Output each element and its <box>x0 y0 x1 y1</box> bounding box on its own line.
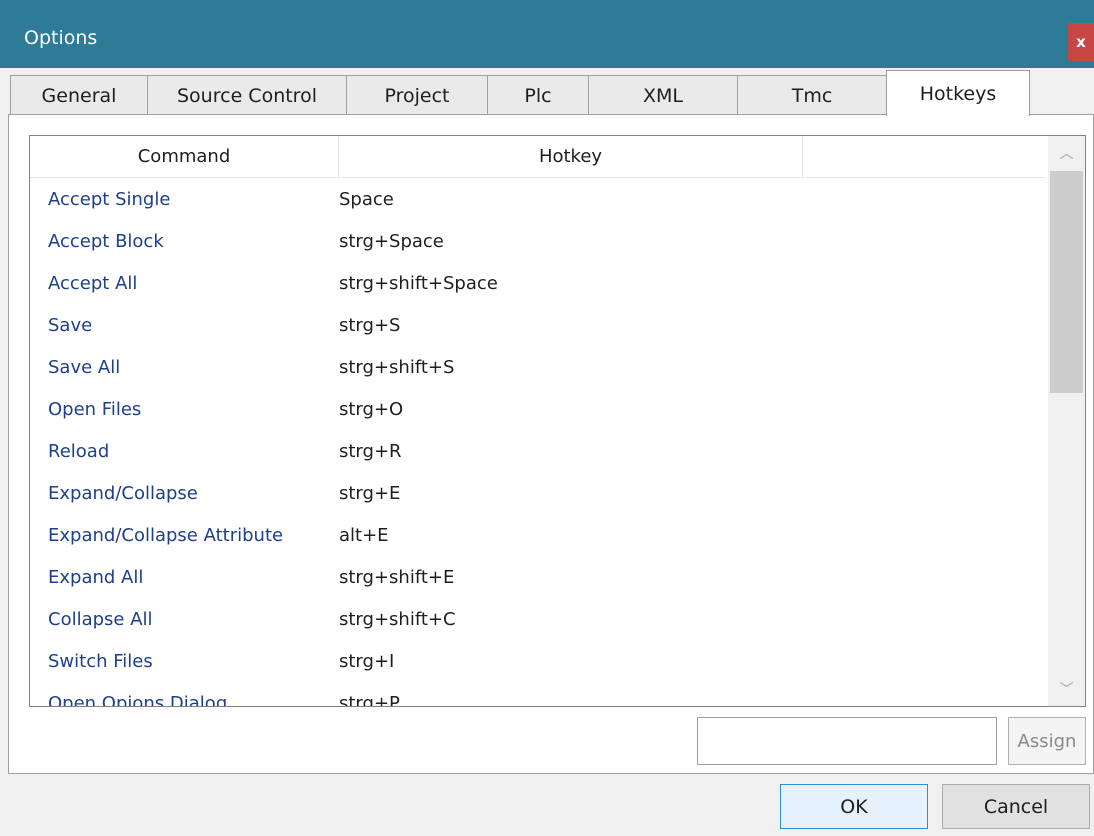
hotkey-cell: strg+Space <box>339 230 444 252</box>
command-cell: Accept Block <box>48 230 164 252</box>
tab-plc[interactable]: Plc <box>487 75 589 115</box>
list-header: Command Hotkey <box>30 136 1046 178</box>
cancel-button[interactable]: Cancel <box>942 784 1090 829</box>
hotkey-cell: strg+E <box>339 482 401 504</box>
command-cell: Save All <box>48 356 121 378</box>
table-row[interactable]: Open Files strg+O <box>30 388 1046 430</box>
table-row[interactable]: Expand/Collapse Attribute alt+E <box>30 514 1046 556</box>
hotkey-cell: strg+shift+E <box>339 566 455 588</box>
hotkey-cell: strg+S <box>339 314 401 336</box>
assign-button[interactable]: Assign <box>1008 717 1086 765</box>
command-cell: Save <box>48 314 93 336</box>
hotkey-cell: strg+shift+C <box>339 608 456 630</box>
tab-general[interactable]: General <box>10 75 148 115</box>
tab-hotkeys[interactable]: Hotkeys <box>886 70 1030 116</box>
command-cell: Accept Single <box>48 188 171 210</box>
hotkey-cell: strg+shift+Space <box>339 272 498 294</box>
ok-button[interactable]: OK <box>780 784 928 829</box>
tab-tmc[interactable]: Tmc <box>737 75 887 115</box>
command-cell: Expand/Collapse Attribute <box>48 524 284 546</box>
window-title: Options <box>24 27 98 49</box>
table-row[interactable]: Expand/Collapse strg+E <box>30 472 1046 514</box>
hotkey-cell: strg+shift+S <box>339 356 455 378</box>
hotkey-cell: Space <box>339 188 394 210</box>
table-row[interactable]: Accept Block strg+Space <box>30 220 1046 262</box>
scroll-up-icon[interactable]: ︿ <box>1048 136 1085 170</box>
title-bar: Options <box>0 0 1094 68</box>
command-cell: Open Opions Dialog <box>48 692 228 707</box>
table-row[interactable]: Accept All strg+shift+Space <box>30 262 1046 304</box>
command-cell: Reload <box>48 440 110 462</box>
table-row[interactable]: Expand All strg+shift+E <box>30 556 1046 598</box>
column-header-empty <box>803 136 1046 177</box>
command-cell: Expand All <box>48 566 144 588</box>
table-row[interactable]: Accept Single Space <box>30 178 1046 220</box>
table-row[interactable]: Save All strg+shift+S <box>30 346 1046 388</box>
table-row[interactable]: Save strg+S <box>30 304 1046 346</box>
table-row[interactable]: Switch Files strg+I <box>30 640 1046 682</box>
close-icon: x <box>1076 33 1086 51</box>
hotkey-cell: strg+P <box>339 692 400 707</box>
scroll-down-icon[interactable]: ﹀ <box>1048 672 1085 706</box>
hotkey-input[interactable] <box>697 717 997 765</box>
table-row[interactable]: Open Opions Dialog strg+P <box>30 682 1046 707</box>
column-header-command[interactable]: Command <box>30 136 339 177</box>
scroll-thumb[interactable] <box>1050 171 1083 393</box>
vertical-scrollbar[interactable]: ︿ ﹀ <box>1048 136 1085 706</box>
command-cell: Collapse All <box>48 608 153 630</box>
column-header-hotkey[interactable]: Hotkey <box>339 136 803 177</box>
command-cell: Accept All <box>48 272 138 294</box>
table-row[interactable]: Reload strg+R <box>30 430 1046 472</box>
hotkey-cell: strg+I <box>339 650 395 672</box>
command-cell: Open Files <box>48 398 142 420</box>
tab-project[interactable]: Project <box>346 75 488 115</box>
command-cell: Expand/Collapse <box>48 482 198 504</box>
command-cell: Switch Files <box>48 650 153 672</box>
hotkey-cell: strg+R <box>339 440 402 462</box>
list-rows: Accept Single Space Accept Block strg+Space… <box>30 178 1046 707</box>
hotkey-list[interactable]: Command Hotkey Accept Single Space Accept … <box>29 135 1086 707</box>
hotkey-cell: strg+O <box>339 398 404 420</box>
close-button[interactable]: x <box>1068 23 1094 61</box>
tab-xml[interactable]: XML <box>588 75 738 115</box>
hotkey-cell: alt+E <box>339 524 389 546</box>
tab-source-control[interactable]: Source Control <box>147 75 347 115</box>
table-row[interactable]: Collapse All strg+shift+C <box>30 598 1046 640</box>
